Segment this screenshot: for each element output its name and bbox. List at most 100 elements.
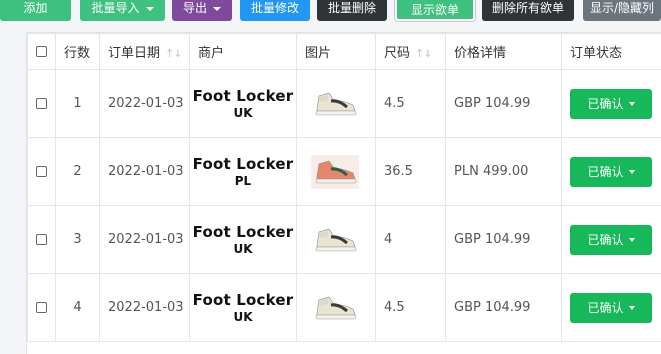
merchant-logo: Foot Locker [192, 86, 294, 105]
row-checkbox[interactable] [36, 98, 47, 109]
status-cell: 已确认 [561, 69, 661, 138]
table-row: 3 2022-01-03 Foot Locker UK 4 GBP 104.99 已确认 [27, 205, 661, 274]
batch-import-button[interactable]: 批量导入 [80, 0, 165, 21]
merchant-cell: Foot Locker UK [189, 205, 297, 274]
row-number: 2 [55, 137, 100, 206]
header-order-date[interactable]: 订单日期 ↑↓ [99, 33, 190, 70]
image-cell [296, 205, 376, 274]
orders-table: 行数 订单日期 ↑↓ 商户 图片 尺码 ↑↓ 价格详情 订单状态 1 2022-01-… [26, 32, 661, 354]
table-row: 4 2022-01-03 Foot Locker UK 4.5 GBP 104.99 已确认 [27, 273, 661, 342]
chevron-down-icon [145, 6, 154, 11]
status-cell: 已确认 [561, 137, 661, 206]
delete-all-sold-label: 删除所有欲单 [491, 1, 564, 15]
batch-delete-label: 批量删除 [327, 1, 376, 15]
status-dropdown-button[interactable]: 已确认 [570, 88, 652, 119]
header-price: 价格详情 [445, 33, 562, 70]
select-all-cell [27, 33, 56, 70]
chevron-down-icon [628, 170, 635, 174]
export-label: 导出 [182, 1, 207, 15]
sneaker-icon [311, 222, 359, 257]
order-date: 2022-01-03 [99, 137, 190, 206]
size: 4.5 [375, 273, 446, 342]
merchant-cell: Foot Locker UK [189, 273, 297, 342]
table-header-row: 行数 订单日期 ↑↓ 商户 图片 尺码 ↑↓ 价格详情 订单状态 [27, 33, 661, 70]
batch-edit-label: 批量修改 [250, 1, 299, 15]
delete-all-sold-button[interactable]: 删除所有欲单 [482, 0, 574, 21]
status-dropdown-button[interactable]: 已确认 [570, 224, 652, 255]
header-price-label: 价格详情 [454, 46, 507, 61]
batch-import-label: 批量导入 [91, 1, 140, 15]
merchant-logo: Foot Locker [192, 154, 294, 173]
row-number: 3 [55, 205, 100, 274]
size: 4.5 [375, 69, 446, 138]
header-order-date-label: 订单日期 [108, 46, 161, 61]
merchant-logo: Foot Locker [192, 290, 294, 309]
show-sold-label: 显示欲单 [410, 3, 459, 17]
toolbar: 添加 批量导入 导出 批量修改 批量删除 显示欲单 删除所有欲单 显示/隐藏列 [0, 0, 661, 24]
image-cell [296, 69, 376, 138]
row-select-cell [27, 137, 56, 206]
show-sold-button[interactable]: 显示欲单 [395, 0, 475, 21]
row-number: 4 [55, 273, 100, 342]
header-row-number-label: 行数 [64, 46, 91, 61]
chevron-down-icon [628, 102, 635, 106]
row-select-cell [27, 273, 56, 342]
toggle-columns-label: 显示/隐藏列 [589, 1, 655, 15]
header-image-label: 图片 [305, 46, 332, 61]
row-checkbox[interactable] [36, 234, 47, 245]
merchant-region: UK [233, 105, 253, 120]
sneaker-icon [311, 86, 359, 121]
header-row-number: 行数 [55, 33, 100, 70]
batch-edit-button[interactable]: 批量修改 [240, 0, 310, 21]
size: 36.5 [375, 137, 446, 206]
status-dropdown-button[interactable]: 已确认 [570, 156, 652, 187]
row-number: 1 [55, 69, 100, 138]
price: PLN 499.00 [445, 137, 562, 206]
row-select-cell [27, 205, 56, 274]
merchant-region: UK [233, 241, 253, 256]
status-label: 已确认 [587, 96, 624, 111]
status-cell: 已确认 [561, 273, 661, 342]
sort-icon[interactable]: ↑↓ [165, 47, 182, 60]
row-select-cell [27, 69, 56, 138]
merchant-logo: Foot Locker [192, 222, 294, 241]
chevron-down-icon [628, 306, 635, 310]
merchant-cell: Foot Locker UK [189, 69, 297, 138]
merchant-cell: Foot Locker PL [189, 137, 297, 206]
sneaker-icon [311, 290, 359, 325]
header-image: 图片 [296, 33, 376, 70]
chevron-down-icon [213, 6, 221, 11]
row-checkbox[interactable] [36, 166, 47, 177]
table-row: 1 2022-01-03 Foot Locker UK 4.5 GBP 104.99 已确认 [27, 69, 661, 138]
status-label: 已确认 [587, 232, 624, 247]
batch-delete-button[interactable]: 批量删除 [317, 0, 387, 21]
image-cell [296, 273, 376, 342]
price: GBP 104.99 [445, 69, 562, 138]
export-button[interactable]: 导出 [172, 0, 232, 21]
sneaker-icon [311, 154, 359, 189]
header-status-label: 订单状态 [570, 46, 623, 61]
row-checkbox[interactable] [36, 302, 47, 313]
orders-page: 添加 批量导入 导出 批量修改 批量删除 显示欲单 删除所有欲单 显示/隐藏列 … [0, 0, 661, 354]
order-date: 2022-01-03 [99, 69, 190, 138]
order-date: 2022-01-03 [99, 273, 190, 342]
header-merchant: 商户 [189, 33, 297, 70]
add-button-label: 添加 [23, 1, 48, 15]
merchant-region: UK [233, 309, 253, 324]
status-label: 已确认 [587, 300, 624, 315]
price: GBP 104.99 [445, 273, 562, 342]
status-dropdown-button[interactable]: 已确认 [570, 292, 652, 323]
status-cell: 已确认 [561, 205, 661, 274]
toggle-columns-button[interactable]: 显示/隐藏列 [583, 0, 661, 21]
table-row: 2 2022-01-03 Foot Locker PL 36.5 PLN 499.00 已确… [27, 137, 661, 206]
header-size[interactable]: 尺码 ↑↓ [375, 33, 446, 70]
size: 4 [375, 205, 446, 274]
sort-icon[interactable]: ↑↓ [415, 47, 432, 60]
header-size-label: 尺码 [384, 46, 411, 61]
merchant-region: PL [234, 173, 252, 188]
chevron-down-icon [628, 238, 635, 242]
select-all-checkbox[interactable] [36, 46, 47, 57]
price: GBP 104.99 [445, 205, 562, 274]
add-button[interactable]: 添加 [0, 0, 71, 21]
order-date: 2022-01-03 [99, 205, 190, 274]
